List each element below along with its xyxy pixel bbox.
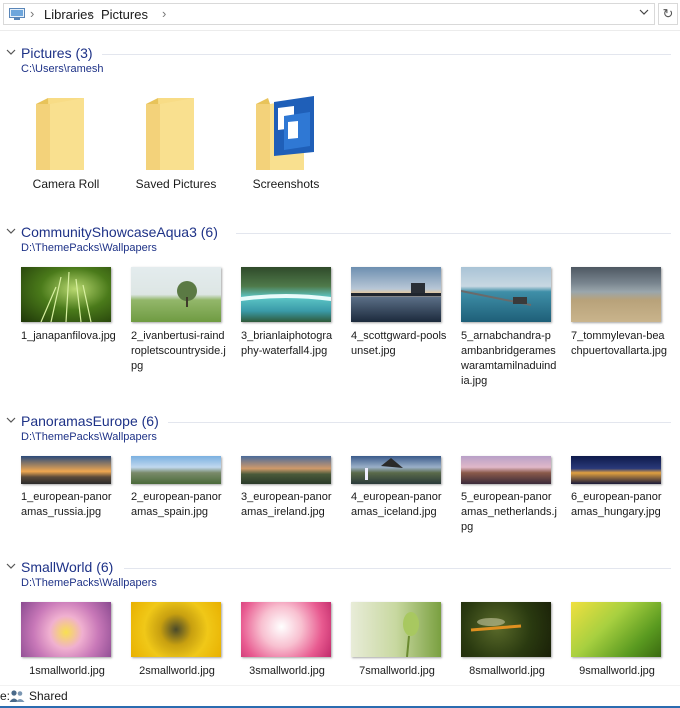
chevron-right-icon[interactable]: › — [162, 6, 166, 21]
group-header[interactable]: SmallWorld (6) — [6, 559, 671, 578]
group-title: PanoramasEurope (6) — [21, 413, 159, 429]
folder-item[interactable]: Camera Roll — [16, 94, 116, 214]
image-thumbnail — [241, 456, 331, 484]
folder-item[interactable]: Saved Pictures — [126, 94, 226, 214]
address-bar[interactable]: › Libraries › Pictures › — [3, 3, 655, 25]
image-thumbnail — [571, 267, 661, 322]
file-name: 9smallworld.jpg — [579, 665, 655, 677]
chevron-right-icon[interactable]: › — [30, 6, 34, 21]
chevron-down-icon[interactable] — [6, 561, 16, 571]
refresh-button[interactable]: ↻ — [658, 3, 678, 25]
group-path: D:\ThemePacks\Wallpapers — [21, 242, 157, 254]
image-thumbnail — [241, 267, 331, 322]
group-path: D:\ThemePacks\Wallpapers — [21, 431, 157, 443]
image-thumbnail — [351, 602, 441, 657]
image-thumbnail — [571, 456, 661, 484]
group-divider — [168, 422, 671, 423]
file-name: 6_european-panoramas_hungary.jpg — [571, 491, 662, 518]
file-name: 1_janapanfilova.jpg — [21, 330, 116, 342]
folder-name: Camera Roll — [32, 177, 100, 191]
folder-item[interactable]: Screenshots — [236, 94, 336, 214]
file-name: 1smallworld.jpg — [29, 665, 105, 677]
file-name: 5_arnabchandra-pambanbridgerameswaramtam… — [461, 330, 557, 387]
shared-users-icon — [9, 690, 25, 702]
image-thumbnail — [131, 456, 221, 484]
group-divider — [236, 233, 671, 234]
image-thumbnail — [21, 602, 111, 657]
file-name: 7smallworld.jpg — [359, 665, 435, 677]
refresh-icon: ↻ — [662, 6, 674, 21]
group-path: C:\Users\ramesh — [21, 63, 104, 75]
file-name: 4_european-panoramas_iceland.jpg — [351, 491, 442, 518]
image-thumbnail — [351, 456, 441, 484]
group-divider — [102, 54, 671, 55]
breadcrumb-pictures[interactable]: Pictures — [101, 7, 148, 22]
group-path: D:\ThemePacks\Wallpapers — [21, 577, 157, 589]
image-thumbnail — [461, 267, 551, 322]
folder-icon — [146, 98, 194, 170]
folder-name: Screenshots — [252, 177, 320, 191]
image-thumbnail — [131, 267, 221, 322]
chevron-down-icon[interactable] — [6, 47, 16, 57]
image-thumbnail — [351, 267, 441, 322]
folder-icon — [36, 98, 84, 170]
group-header[interactable]: CommunityShowcaseAqua3 (6) — [6, 224, 671, 243]
group-title: SmallWorld (6) — [21, 559, 114, 575]
file-name: 2smallworld.jpg — [139, 665, 215, 677]
chevron-down-icon[interactable] — [6, 226, 16, 236]
file-name: 4_scottgward-poolsunset.jpg — [351, 330, 447, 357]
group-title: Pictures (3) — [21, 45, 93, 61]
file-name: 8smallworld.jpg — [469, 665, 545, 677]
file-name: 3_european-panoramas_ireland.jpg — [241, 491, 332, 518]
file-name: 2_european-panoramas_spain.jpg — [131, 491, 222, 518]
file-name: 1_european-panoramas_russia.jpg — [21, 491, 112, 518]
address-bar-area: › Libraries › Pictures › ↻ — [0, 0, 680, 31]
group-title: CommunityShowcaseAqua3 (6) — [21, 224, 218, 240]
image-thumbnail — [21, 456, 111, 484]
chevron-down-icon[interactable] — [637, 7, 651, 21]
chevron-right-icon[interactable]: › — [88, 6, 92, 21]
file-name: 7_tommylevan-beachpuertovallarta.jpg — [571, 330, 668, 357]
image-thumbnail — [131, 602, 221, 657]
breadcrumb-libraries[interactable]: Libraries — [44, 7, 94, 22]
folder-name: Saved Pictures — [135, 177, 217, 191]
file-name: 3smallworld.jpg — [249, 665, 325, 677]
file-name: 3_brianlaiphotography-waterfall4.jpg — [241, 330, 333, 357]
group-header[interactable]: Pictures (3) — [6, 45, 671, 64]
sharing-status: Shared — [29, 689, 68, 703]
this-pc-icon — [9, 8, 25, 20]
image-thumbnail — [571, 602, 661, 657]
chevron-down-icon[interactable] — [6, 415, 16, 425]
file-name: 2_ivanbertusi-raindropletscountryside.jp… — [131, 330, 226, 372]
folder-with-screenshots-icon — [256, 96, 314, 170]
image-thumbnail — [461, 456, 551, 484]
group-divider — [124, 568, 671, 569]
file-name: 5_european-panoramas_netherlands.jpg — [461, 491, 558, 533]
image-thumbnail — [21, 267, 111, 322]
status-bar: e: Shared — [0, 685, 680, 708]
image-thumbnail — [461, 602, 551, 657]
group-header[interactable]: PanoramasEurope (6) — [6, 413, 671, 432]
file-list: Pictures (3) C:\Users\ramesh Camera Roll… — [0, 30, 680, 685]
image-thumbnail — [241, 602, 331, 657]
